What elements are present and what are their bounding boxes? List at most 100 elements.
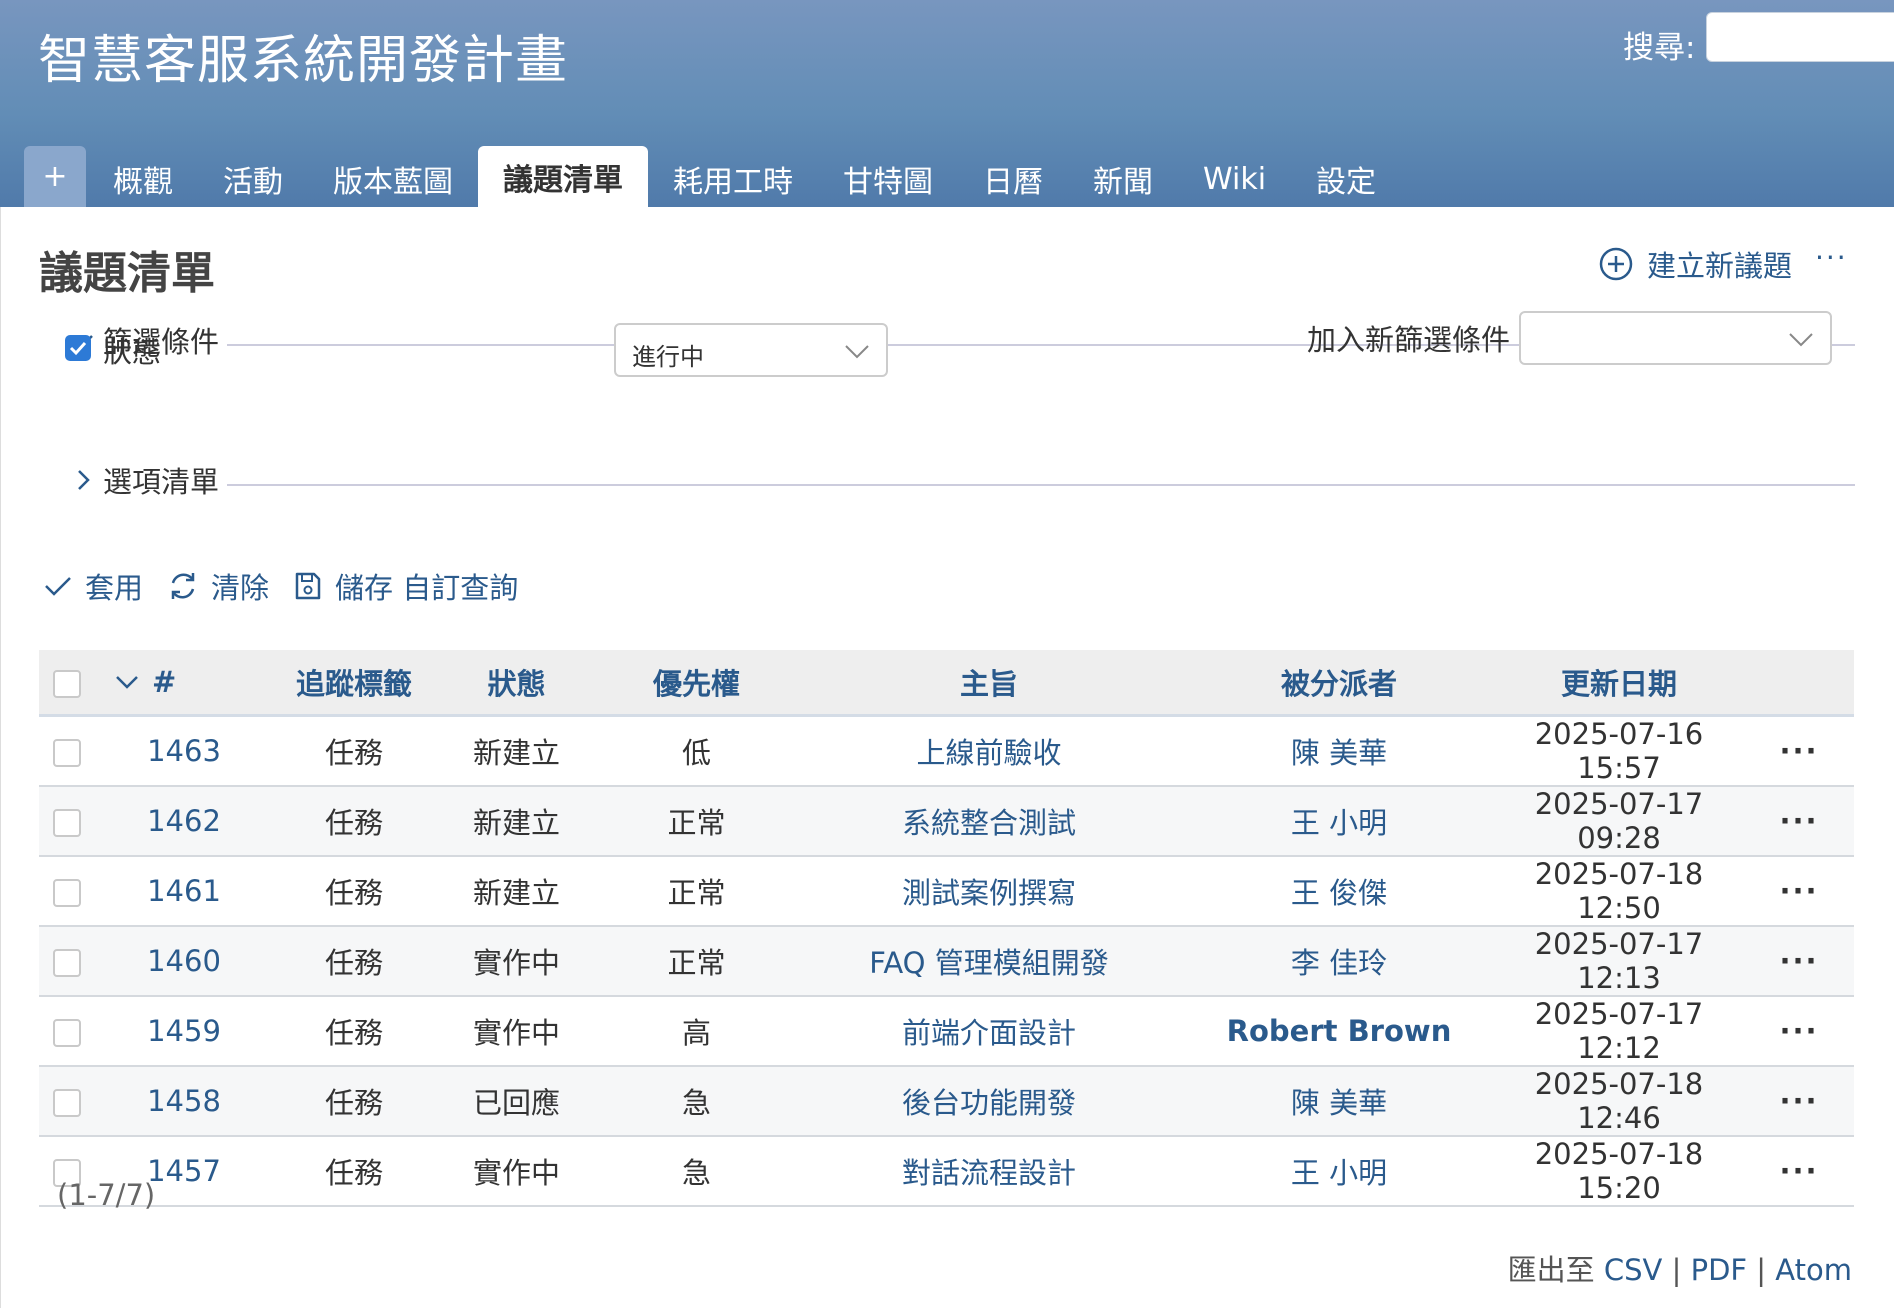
- status-cell: 實作中: [434, 926, 599, 997]
- status-filter-select[interactable]: 進行中: [614, 323, 888, 377]
- row-actions-icon[interactable]: ···: [1744, 926, 1854, 997]
- tab-time-entries[interactable]: 耗用工時: [648, 151, 818, 207]
- assignee-cell: 陳 美華: [1184, 1066, 1494, 1137]
- issue-id-link[interactable]: 1458: [147, 1084, 221, 1118]
- row-checkbox-cell: [39, 996, 94, 1067]
- save-query-button[interactable]: 儲存 自訂查詢: [293, 565, 518, 607]
- tab-news[interactable]: 新聞: [1068, 151, 1178, 207]
- content: 議題清單 建立新議題 ··· 篩選條件 狀態 進行中 加入新篩選條件 選項清單 …: [0, 207, 1894, 1308]
- subject-link[interactable]: 系統整合測試: [902, 806, 1076, 840]
- issue-id-cell: 1461: [94, 856, 274, 927]
- query-buttons: 套用 清除 儲存 自訂查詢: [43, 565, 542, 607]
- tab-activity[interactable]: 活動: [198, 151, 308, 207]
- tracker-cell: 任務: [274, 1136, 434, 1207]
- status-cell: 新建立: [434, 856, 599, 927]
- subject-cell: FAQ 管理模組開發: [794, 926, 1184, 997]
- subject-cell: 測試案例撰寫: [794, 856, 1184, 927]
- assignee-cell: 王 小明: [1184, 1136, 1494, 1207]
- issue-id-link[interactable]: 1463: [147, 734, 221, 768]
- column-header-assignee[interactable]: 被分派者: [1184, 650, 1494, 717]
- column-header-tracker[interactable]: 追蹤標籤: [274, 650, 434, 717]
- status-cell: 實作中: [434, 1136, 599, 1207]
- clear-button[interactable]: 清除: [167, 565, 269, 607]
- row-actions-icon[interactable]: ···: [1744, 1066, 1854, 1137]
- assignee-link[interactable]: 王 小明: [1291, 806, 1387, 840]
- new-issue-label: 建立新議題: [1647, 249, 1793, 283]
- row-checkbox[interactable]: [52, 879, 81, 907]
- row-actions-icon[interactable]: ···: [1744, 786, 1854, 857]
- subject-link[interactable]: 後台功能開發: [902, 1086, 1076, 1120]
- export-separator: |: [1756, 1253, 1767, 1287]
- save-query-label: 儲存 自訂查詢: [335, 571, 519, 605]
- search-input[interactable]: [1706, 12, 1894, 62]
- new-issue-button[interactable]: 建立新議題: [1599, 243, 1792, 285]
- export-separator: |: [1671, 1253, 1682, 1287]
- export-prefix: 匯出至: [1507, 1253, 1595, 1287]
- export-csv-link[interactable]: CSV: [1604, 1253, 1663, 1287]
- assignee-link[interactable]: 王 俊傑: [1291, 876, 1387, 910]
- assignee-link[interactable]: 王 小明: [1291, 1156, 1387, 1190]
- row-checkbox[interactable]: [52, 809, 81, 837]
- assignee-cell: 陳 美華: [1184, 715, 1494, 787]
- more-actions-icon[interactable]: ···: [1815, 241, 1848, 274]
- subject-link[interactable]: 測試案例撰寫: [902, 876, 1076, 910]
- search-label: 搜尋:: [1623, 30, 1696, 66]
- check-icon: [69, 341, 87, 356]
- assignee-link[interactable]: 李 佳玲: [1291, 946, 1387, 980]
- export-pdf-link[interactable]: PDF: [1691, 1253, 1748, 1287]
- column-header-id[interactable]: #: [94, 650, 274, 717]
- subject-link[interactable]: 上線前驗收: [916, 736, 1061, 770]
- tracker-cell: 任務: [274, 856, 434, 927]
- row-actions-icon[interactable]: ···: [1744, 996, 1854, 1067]
- subject-link[interactable]: 對話流程設計: [902, 1156, 1076, 1190]
- subject-link[interactable]: 前端介面設計: [902, 1016, 1076, 1050]
- add-filter-select[interactable]: [1519, 311, 1832, 365]
- assignee-link[interactable]: 陳 美華: [1291, 1086, 1387, 1120]
- tab-calendar[interactable]: 日曆: [958, 151, 1068, 207]
- issue-id-link[interactable]: 1460: [147, 944, 221, 978]
- subject-link[interactable]: FAQ 管理模組開發: [869, 946, 1108, 980]
- options-toggle[interactable]: 選項清單: [39, 459, 228, 501]
- tab-issues[interactable]: 議題清單: [478, 146, 648, 207]
- project-title[interactable]: 智慧客服系統開發計畫: [38, 18, 568, 93]
- row-actions-icon[interactable]: ···: [1744, 1136, 1854, 1207]
- updated-cell: 2025-07-18 12:50: [1494, 856, 1744, 927]
- apply-button[interactable]: 套用: [43, 565, 143, 607]
- tab-gantt[interactable]: 甘特圖: [818, 151, 958, 207]
- row-actions-icon[interactable]: ···: [1744, 856, 1854, 927]
- tab-overview[interactable]: 概觀: [88, 151, 198, 207]
- status-filter-value: 進行中: [632, 343, 704, 371]
- tab-settings[interactable]: 設定: [1291, 151, 1401, 207]
- column-header-status[interactable]: 狀態: [434, 650, 599, 717]
- tab-roadmap[interactable]: 版本藍圖: [308, 151, 478, 207]
- status-filter-checkbox[interactable]: [65, 335, 91, 361]
- issue-id-cell: 1462: [94, 786, 274, 857]
- tab-wiki[interactable]: Wiki: [1178, 151, 1291, 207]
- priority-cell: 急: [599, 1136, 794, 1207]
- assignee-link[interactable]: Robert Brown: [1227, 1014, 1452, 1048]
- options-divider: [39, 484, 1855, 486]
- column-header-subject[interactable]: 主旨: [794, 650, 1184, 717]
- issue-id-link[interactable]: 1457: [147, 1154, 221, 1188]
- new-object-button[interactable]: +: [24, 146, 86, 207]
- issue-id-link[interactable]: 1459: [147, 1014, 221, 1048]
- column-header-priority[interactable]: 優先權: [599, 650, 794, 717]
- assignee-cell: 李 佳玲: [1184, 926, 1494, 997]
- select-all-header: [39, 650, 94, 717]
- tracker-cell: 任務: [274, 715, 434, 787]
- issue-id-link[interactable]: 1461: [147, 874, 221, 908]
- row-checkbox[interactable]: [52, 949, 81, 977]
- assignee-cell: 王 小明: [1184, 786, 1494, 857]
- row-actions-icon[interactable]: ···: [1744, 715, 1854, 787]
- issue-id-link[interactable]: 1462: [147, 804, 221, 838]
- updated-cell: 2025-07-16 15:57: [1494, 715, 1744, 787]
- row-checkbox[interactable]: [52, 739, 81, 767]
- subject-cell: 系統整合測試: [794, 786, 1184, 857]
- assignee-link[interactable]: 陳 美華: [1291, 736, 1387, 770]
- column-header-updated[interactable]: 更新日期: [1494, 650, 1744, 717]
- row-checkbox[interactable]: [52, 1019, 81, 1047]
- row-checkbox[interactable]: [52, 1089, 81, 1117]
- export-atom-link[interactable]: Atom: [1775, 1253, 1852, 1287]
- select-all-checkbox[interactable]: [52, 670, 81, 698]
- chevron-down-icon: [845, 345, 869, 359]
